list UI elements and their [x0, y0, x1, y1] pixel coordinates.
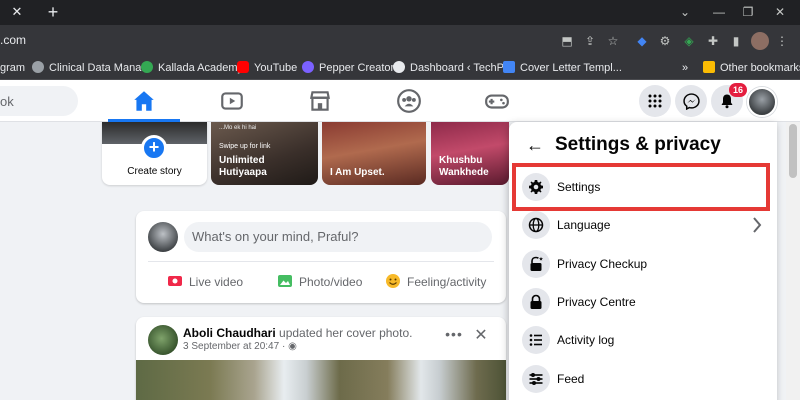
divider: [148, 261, 494, 262]
techp-icon: [393, 61, 405, 73]
extension-blue-icon[interactable]: ◆: [633, 32, 651, 50]
lock-icon: [522, 288, 550, 316]
close-window-icon[interactable]: ✕: [767, 3, 793, 21]
menu-item-language[interactable]: Language: [516, 208, 770, 242]
extension-gear-icon[interactable]: ⚙: [656, 32, 674, 50]
url-text[interactable]: .com: [0, 25, 26, 56]
globe-icon: [522, 211, 550, 239]
story-card[interactable]: Khushbu Wankhede: [431, 122, 509, 185]
page-scrollbar-thumb[interactable]: [789, 124, 797, 178]
share-icon[interactable]: ⇪: [581, 32, 599, 50]
extensions-puzzle-icon[interactable]: ✚: [704, 32, 722, 50]
bookmark-item[interactable]: Kallada Academy: [141, 56, 243, 80]
story-card[interactable]: ...Mo ek hi hai Swipe up for link Unlimi…: [211, 122, 318, 185]
post-cover-photo[interactable]: [136, 360, 506, 400]
tab-close-icon[interactable]: ✕: [6, 3, 28, 21]
bookmark-star-icon[interactable]: ☆: [604, 32, 622, 50]
create-story-label: Create story: [127, 166, 182, 177]
menu-item-label: Privacy Checkup: [557, 257, 648, 271]
menu-item-label: Language: [557, 218, 611, 232]
close-icon[interactable]: ✕: [472, 327, 490, 345]
chevron-right-icon: [753, 217, 762, 233]
back-arrow-icon[interactable]: ←: [523, 133, 547, 157]
other-bookmarks[interactable]: Other bookmarks: [703, 56, 800, 80]
marketplace-icon[interactable]: [307, 88, 333, 114]
kallada-icon: [141, 61, 153, 73]
photo-icon: [278, 275, 292, 287]
list-icon: [522, 326, 550, 354]
tab-search-chevron-icon[interactable]: ⌄: [672, 3, 698, 21]
menu-item-feed[interactable]: Feed: [516, 362, 770, 396]
lock-star-icon: [522, 250, 550, 278]
notification-badge: 16: [729, 83, 747, 97]
gaming-icon[interactable]: [484, 88, 510, 114]
highlight-box: [512, 163, 770, 211]
pepper-icon: [302, 61, 314, 73]
menu-title: Settings & privacy: [555, 134, 721, 155]
status-input[interactable]: What's on your mind, Praful?: [184, 222, 492, 252]
grid-icon: [648, 94, 662, 108]
post-composer: What's on your mind, Praful? Live video …: [136, 211, 506, 303]
post-author-name[interactable]: Aboli Chaudhari: [183, 326, 276, 340]
feed-post: Aboli Chaudhari updated her cover photo.…: [136, 317, 506, 400]
bookmark-item[interactable]: Cover Letter Templ...: [503, 56, 622, 80]
search-input[interactable]: [0, 86, 78, 116]
avatar[interactable]: [148, 325, 178, 355]
install-app-icon[interactable]: ⬒: [558, 32, 576, 50]
sliders-icon: [522, 365, 550, 393]
live-video-button[interactable]: Live video: [167, 272, 243, 292]
restore-icon[interactable]: ❐: [735, 3, 761, 21]
bookmarks-bar: gram Clinical Data Mana... Kallada Acade…: [0, 56, 800, 80]
menu-item-privacy-checkup[interactable]: Privacy Checkup: [516, 247, 770, 281]
browser-tab-strip: ✕ + ⌄ — ❐ ✕: [0, 0, 800, 25]
globe-icon: [32, 61, 44, 73]
photo-video-button[interactable]: Photo/video: [277, 272, 362, 292]
address-bar-row: .com ⬒ ⇪ ☆ ◆ ⚙ ◈ ✚ ▮ ⋮: [0, 25, 800, 56]
menu-item-label: Activity log: [557, 333, 615, 347]
feeling-icon: [386, 274, 400, 288]
menu-item-activity-log[interactable]: Activity log: [516, 323, 770, 357]
plus-icon[interactable]: +: [141, 135, 167, 161]
profile-avatar-icon[interactable]: [751, 32, 769, 50]
story-title: I Am Upset.: [330, 167, 385, 178]
minimize-icon[interactable]: —: [706, 3, 732, 21]
bookmark-item[interactable]: Clinical Data Mana...: [32, 56, 151, 80]
messenger-button[interactable]: [675, 85, 707, 117]
bookmark-item[interactable]: Dashboard ‹ TechP...: [393, 56, 512, 80]
docs-icon: [503, 61, 515, 73]
post-timestamp[interactable]: 3 September at 20:47 · ◉: [183, 341, 297, 352]
chrome-menu-icon[interactable]: ⋮: [773, 32, 791, 50]
extension-green-icon[interactable]: ◈: [680, 32, 698, 50]
watch-icon[interactable]: [219, 88, 245, 114]
avatar[interactable]: [148, 222, 178, 252]
more-options-icon[interactable]: •••: [444, 327, 464, 345]
feeling-activity-button[interactable]: Feeling/activity: [385, 272, 486, 292]
post-action-text: updated her cover photo.: [279, 326, 413, 340]
facebook-header: [0, 80, 800, 122]
story-title: Khushbu Wankhede: [439, 155, 489, 178]
folder-icon: [703, 61, 715, 73]
new-tab-icon[interactable]: +: [42, 2, 64, 22]
live-video-icon: [168, 276, 182, 286]
home-icon[interactable]: [131, 88, 157, 114]
menu-item-label: Privacy Centre: [557, 295, 636, 309]
bookmark-overflow[interactable]: »: [682, 56, 688, 80]
bookmark-item[interactable]: gram: [0, 56, 25, 80]
story-card[interactable]: I Am Upset.: [322, 122, 426, 185]
story-title: Unlimited Hutiyaapa: [219, 155, 267, 178]
menu-item-privacy-centre[interactable]: Privacy Centre: [516, 285, 770, 319]
story-overlay-text: ...Mo ek hi hai: [219, 125, 257, 131]
menu-item-label: Feed: [557, 372, 585, 386]
youtube-icon: [237, 61, 249, 73]
bookmark-item[interactable]: YouTube: [237, 56, 297, 80]
post-header-text: Aboli Chaudhari updated her cover photo.: [183, 326, 412, 340]
menu-grid-button[interactable]: [639, 85, 671, 117]
groups-icon[interactable]: [396, 88, 422, 114]
story-overlay-text: Swipe up for link: [219, 143, 271, 150]
messenger-icon: [682, 92, 700, 110]
side-panel-icon[interactable]: ▮: [727, 32, 745, 50]
bookmark-item[interactable]: Pepper Creators: [302, 56, 400, 80]
account-avatar[interactable]: [747, 87, 777, 117]
globe-icon: ◉: [288, 341, 297, 352]
